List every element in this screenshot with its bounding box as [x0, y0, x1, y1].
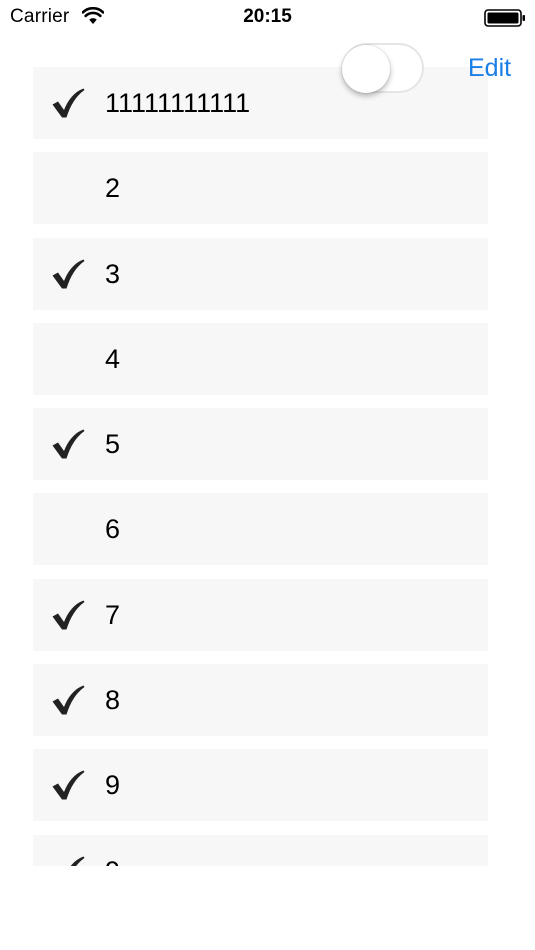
item-label: 6	[105, 514, 121, 545]
item-label: 7	[105, 599, 121, 630]
toggle-knob[interactable]	[342, 45, 390, 93]
checkmark-icon	[52, 88, 85, 118]
edit-button[interactable]: Edit	[468, 54, 511, 83]
list-item[interactable]: 9	[33, 749, 488, 822]
item-label: 3	[105, 258, 121, 289]
item-label: 5	[105, 429, 121, 460]
item-label: 2	[105, 173, 121, 204]
checkmark-icon	[70, 856, 85, 866]
item-label: 9	[105, 835, 120, 866]
status-time: 20:15	[243, 6, 292, 27]
checkmark-icon	[52, 259, 85, 289]
checkmark-icon	[52, 600, 85, 630]
checkmark-icon	[52, 770, 85, 800]
list-item[interactable]: 2	[33, 152, 488, 225]
list-item[interactable]: 7	[33, 578, 488, 651]
item-label: 11111111111	[105, 88, 251, 118]
item-label: 4	[105, 343, 121, 374]
list-item[interactable]: 8	[33, 664, 488, 737]
checkmark-icon	[52, 685, 85, 715]
battery-icon	[484, 9, 525, 27]
list-item[interactable]: 4	[33, 322, 488, 395]
checkmark-icon	[52, 429, 85, 459]
status-bar: Carrier 20:15	[0, 0, 535, 36]
table-view[interactable]: 11111111111 2 3 4 5 6 7 8 9	[0, 0, 535, 866]
list-item[interactable]: 3	[33, 237, 488, 310]
item-list: 11111111111 2 3 4 5 6 7 8 9	[33, 67, 488, 866]
toggle-switch[interactable]	[342, 43, 424, 93]
list-item[interactable]: 5	[33, 408, 488, 481]
list-item[interactable]: 9	[33, 834, 488, 866]
list-item[interactable]: 6	[33, 493, 488, 566]
screen: 11111111111 2 3 4 5 6 7 8 9 Carrier 20:1…	[0, 0, 535, 950]
item-label: 9	[105, 770, 121, 801]
item-label: 8	[105, 685, 121, 716]
